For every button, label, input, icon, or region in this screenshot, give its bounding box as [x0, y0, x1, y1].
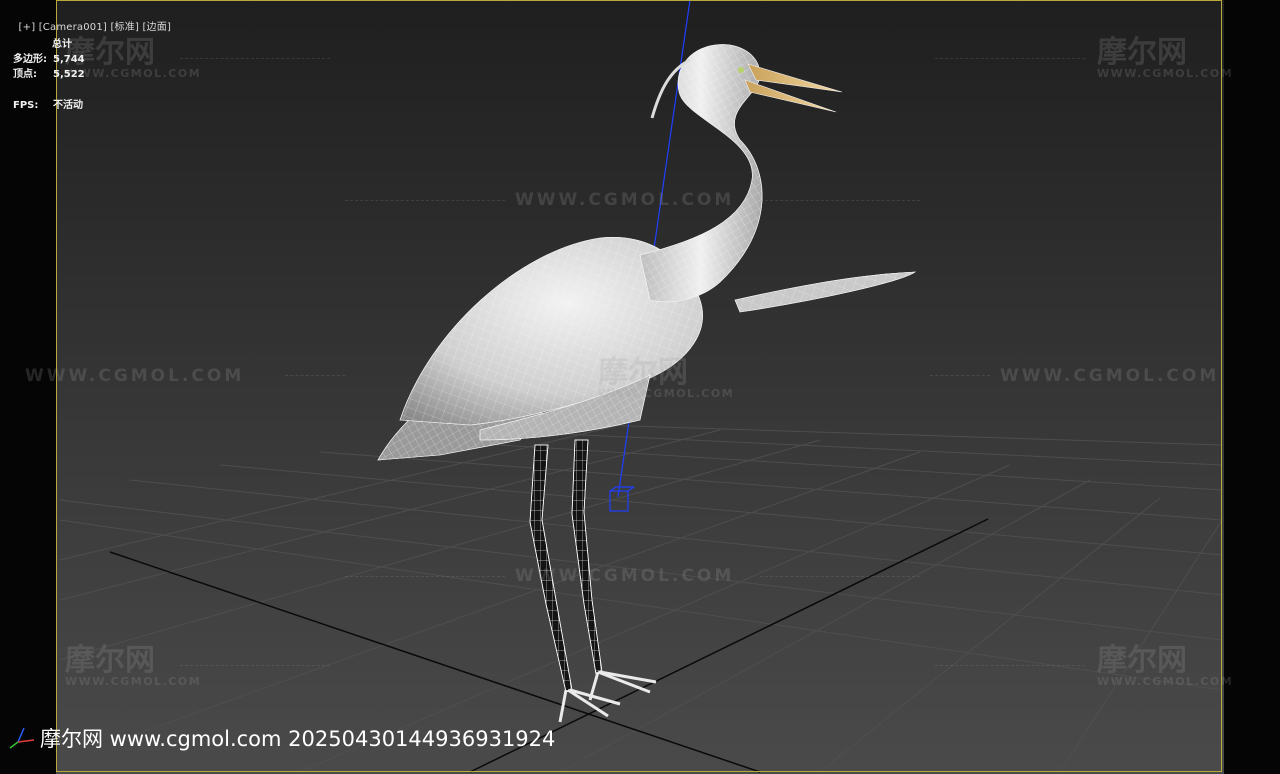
- 3d-viewport[interactable]: 摩尔网WWW.CGMOL.COM 摩尔网WWW.CGMOL.COM 摩尔网WWW…: [0, 0, 1280, 774]
- watermark-logo: 摩尔网WWW.CGMOL.COM: [65, 38, 201, 80]
- watermark-logo: 摩尔网WWW.CGMOL.COM: [65, 646, 201, 688]
- polygons-label: 多边形:: [13, 52, 53, 67]
- stats-fps: FPS: 不活动: [13, 98, 85, 113]
- watermark-dash: [930, 375, 990, 376]
- camera-menu-button[interactable]: [Camera001]: [39, 22, 107, 33]
- fps-value: 不活动: [53, 98, 83, 113]
- watermark-logo: 摩尔网WWW.CGMOL.COM: [1097, 38, 1233, 80]
- footer-watermark: 摩尔网 www.cgmol.com 20250430144936931924: [40, 723, 555, 753]
- watermark-dash: [345, 576, 505, 577]
- ground-grid: [60, 425, 1222, 772]
- watermark-dash: [345, 200, 505, 201]
- viewport-menu-button[interactable]: [+]: [19, 22, 36, 33]
- watermark-url: WWW.CGMOL.COM: [515, 190, 734, 210]
- watermark-dash: [935, 665, 1085, 666]
- fps-label: FPS:: [13, 98, 53, 113]
- watermark-url: WWW.CGMOL.COM: [25, 366, 244, 386]
- watermark-dash: [180, 665, 330, 666]
- shading-menu-button[interactable]: [标准]: [110, 22, 139, 33]
- watermark-logo: 摩尔网WWW.CGMOL.COM: [598, 358, 734, 400]
- watermark-logo: 摩尔网WWW.CGMOL.COM: [1097, 646, 1233, 688]
- watermark-dash: [285, 375, 345, 376]
- vertices-value: 5,522: [53, 67, 85, 82]
- statistics-overlay: 总计 多边形: 5,744 顶点: 5,522 FPS: 不活动: [13, 37, 85, 113]
- edges-menu-button[interactable]: [边面]: [142, 22, 171, 33]
- axis-tripod: [10, 728, 34, 748]
- stats-vertices: 顶点: 5,522: [13, 67, 85, 82]
- watermark-url: WWW.CGMOL.COM: [1000, 366, 1219, 386]
- watermark-dash: [760, 576, 920, 577]
- stats-polygons: 多边形: 5,744: [13, 52, 85, 67]
- watermark-dash: [760, 200, 920, 201]
- watermark-url: WWW.CGMOL.COM: [515, 566, 734, 586]
- polygons-value: 5,744: [53, 52, 85, 67]
- watermark-dash: [180, 58, 330, 59]
- stats-header: 总计: [13, 37, 85, 52]
- watermark-dash: [935, 58, 1085, 59]
- vertices-label: 顶点:: [13, 67, 53, 82]
